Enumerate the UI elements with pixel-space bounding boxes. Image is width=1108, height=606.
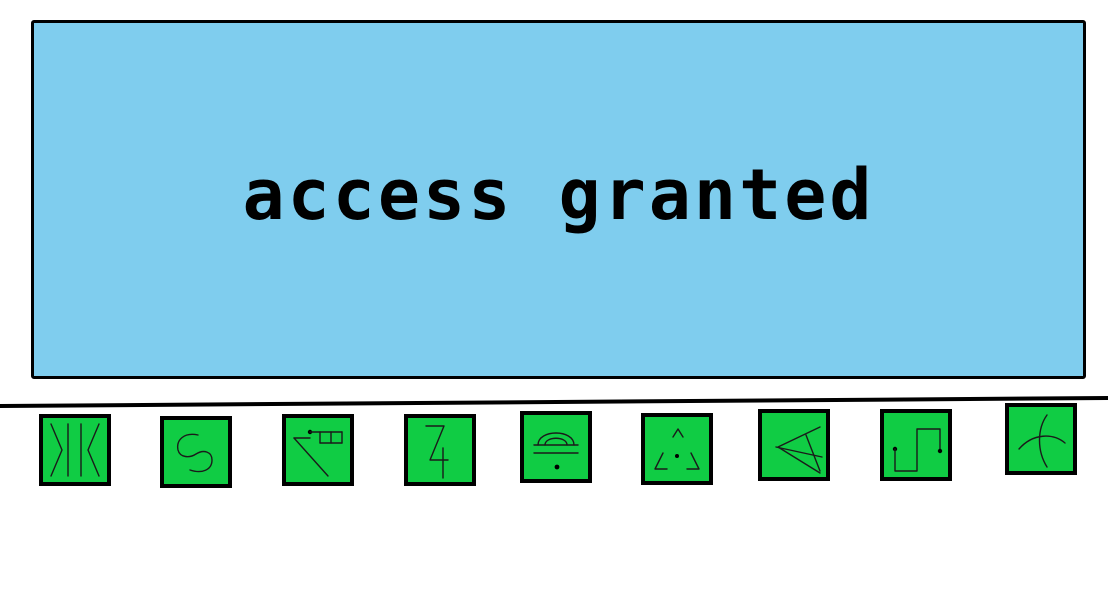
flag-ladder-glyph-icon xyxy=(293,429,343,477)
status-message: access granted xyxy=(242,153,875,236)
keypad-key-3[interactable] xyxy=(282,414,354,486)
mirrored-k-glyph-icon xyxy=(50,423,100,477)
keypad-key-2[interactable] xyxy=(160,416,232,488)
keypad-key-5[interactable] xyxy=(520,411,592,483)
broken-triangle-dot-glyph-icon xyxy=(654,428,700,470)
keypad-key-7[interactable] xyxy=(758,409,830,481)
message-display: access granted xyxy=(31,20,1086,379)
keypad-key-1[interactable] xyxy=(39,414,111,486)
crossed-arcs-glyph-icon xyxy=(1018,414,1066,468)
keypad-key-9[interactable] xyxy=(1005,403,1077,475)
s-curl-glyph-icon xyxy=(177,433,213,473)
zigzag-four-glyph-icon xyxy=(425,425,449,479)
square-wave-dots-glyph-icon xyxy=(892,428,943,472)
keypad-key-8[interactable] xyxy=(880,409,952,481)
angle-wedge-glyph-icon xyxy=(775,426,823,474)
keypad-key-6[interactable] xyxy=(641,413,713,485)
keypad-key-4[interactable] xyxy=(404,414,476,486)
dome-dot-glyph-icon xyxy=(533,432,579,470)
